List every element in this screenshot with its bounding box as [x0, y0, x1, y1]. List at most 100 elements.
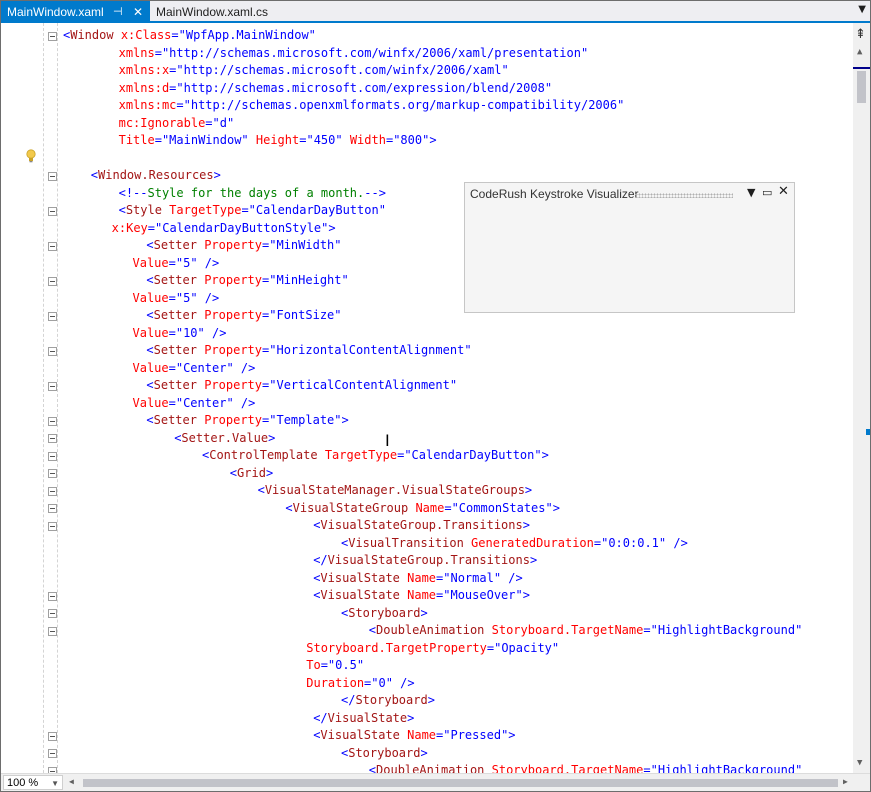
code-token: CommonStates: [458, 500, 546, 515]
code-line: xmlns:mc="http://schemas.openxmlformats.…: [119, 97, 625, 115]
code-token: Storyboard.TargetName: [484, 623, 644, 637]
code-token: ": [356, 658, 365, 672]
code-token: Setter.Value: [181, 430, 269, 445]
code-line: <Setter Property="Template">: [146, 412, 348, 430]
code-token: Setter: [153, 378, 197, 392]
code-line: <ControlTemplate TargetType="CalendarDay…: [202, 447, 549, 465]
keystroke-visualizer-panel[interactable]: CodeRush Keystroke Visualizer ▼ ▭ ✕: [464, 182, 795, 313]
close-icon[interactable]: ✕: [133, 1, 143, 23]
code-line: <VisualState Name="MouseOver">: [313, 587, 530, 605]
code-token: " />: [197, 325, 227, 340]
lightbulb-icon[interactable]: [25, 149, 37, 163]
code-token: xmlns:x: [118, 63, 170, 77]
code-token: =": [486, 640, 502, 655]
collapse-icon[interactable]: [48, 504, 57, 513]
collapse-icon[interactable]: [48, 206, 57, 216]
code-token: xmlns:d: [118, 80, 170, 95]
code-token: xmlns: [118, 45, 155, 60]
code-token: Value: [132, 395, 169, 410]
collapse-icon[interactable]: [48, 241, 57, 251]
collapse-icon[interactable]: [48, 469, 57, 478]
code-token: =": [168, 395, 184, 410]
scroll-thumb[interactable]: [857, 71, 866, 103]
chevron-down-icon[interactable]: ▼: [747, 186, 755, 199]
code-line: <DoubleAnimation Storyboard.TargetName="…: [369, 622, 803, 640]
scroll-left-icon[interactable]: ◀: [69, 777, 74, 786]
code-token: VisualTransition: [348, 535, 464, 550]
code-line: Title="MainWindow" Height="450" Width="8…: [119, 132, 437, 150]
code-token: " />: [226, 395, 256, 410]
code-token: Property: [196, 378, 263, 392]
collapse-icon[interactable]: [48, 626, 57, 636]
code-token: ": [241, 133, 249, 147]
code-token: ": [449, 378, 458, 392]
code-token: ": [795, 623, 803, 637]
code-token: " />: [658, 535, 688, 550]
code-token: >: [420, 605, 428, 620]
tab-label: MainWindow.xaml: [7, 5, 104, 19]
horizontal-scroll-thumb[interactable]: [83, 779, 838, 787]
code-line: <Storyboard>: [341, 605, 428, 623]
scroll-down-icon[interactable]: ▼: [857, 758, 862, 768]
code-editor[interactable]: I <Window x:Class="WpfApp.MainWindow" xml…: [1, 23, 853, 773]
code-token: =": [168, 290, 184, 305]
code-token: =": [385, 133, 401, 147]
code-token: <: [146, 413, 154, 427]
code-token: " />: [385, 675, 415, 690]
maximize-icon[interactable]: ▭: [762, 186, 772, 199]
collapse-icon[interactable]: [48, 434, 57, 443]
code-token: Value: [132, 255, 169, 270]
code-token: Style for the days of a month.: [147, 185, 365, 200]
code-token: Storyboard: [355, 693, 428, 707]
code-token: </: [313, 553, 328, 567]
collapse-icon[interactable]: [48, 171, 57, 181]
collapse-icon[interactable]: [48, 486, 57, 496]
code-token: Name: [408, 500, 445, 515]
editor-status-bar: 100 % ▼ ◀ ▶: [1, 773, 870, 791]
code-line: <Setter Property="FontSize": [146, 307, 341, 325]
zoom-dropdown[interactable]: 100 % ▼: [3, 775, 63, 790]
tab-mainwindow-xaml[interactable]: MainWindow.xaml ⊣ ✕: [1, 1, 150, 23]
code-token: Storyboard: [348, 605, 421, 620]
collapse-icon[interactable]: [48, 276, 57, 286]
pin-icon[interactable]: ⊣: [113, 1, 123, 23]
code-token: http://schemas.microsoft.com/winfx/2006/…: [183, 63, 502, 77]
collapse-icon[interactable]: [48, 381, 57, 391]
collapse-icon[interactable]: [48, 31, 57, 41]
code-token: >: [529, 553, 538, 567]
code-line: <Grid>: [230, 465, 273, 483]
collapse-icon[interactable]: [48, 731, 57, 741]
code-token: Style: [125, 203, 162, 217]
code-token: " />: [226, 360, 256, 375]
code-token: Height: [248, 133, 300, 147]
scroll-right-icon[interactable]: ▶: [843, 777, 848, 786]
collapse-icon[interactable]: [48, 451, 57, 461]
collapse-icon[interactable]: [48, 521, 57, 531]
code-token: ">: [334, 413, 349, 427]
code-token: =": [364, 675, 379, 690]
tab-mainwindow-xaml-cs[interactable]: MainWindow.xaml.cs: [150, 1, 274, 23]
collapse-icon[interactable]: [48, 416, 57, 426]
code-line: <Setter Property="MinHeight": [146, 272, 348, 290]
collapse-icon[interactable]: [48, 311, 57, 321]
code-line: <DoubleAnimation Storyboard.TargetName="…: [369, 762, 803, 773]
vertical-scrollbar[interactable]: ⇞ ▲ ▼: [853, 23, 870, 773]
code-line: x:Key="CalendarDayButtonStyle">: [112, 220, 336, 238]
code-line: <VisualState Name="Pressed">: [313, 727, 515, 745]
close-icon[interactable]: ✕: [778, 184, 789, 199]
code-token: Grid: [237, 465, 266, 480]
panel-drag-grip[interactable]: [635, 193, 733, 198]
collapse-icon[interactable]: [48, 591, 57, 601]
code-token: <: [257, 483, 265, 497]
collapse-icon[interactable]: [48, 346, 57, 356]
code-token: =": [436, 570, 451, 585]
collapse-icon[interactable]: [48, 609, 57, 618]
code-token: =": [262, 343, 277, 357]
split-window-icon[interactable]: ⇞: [855, 27, 866, 42]
code-token: VisualState: [320, 588, 400, 602]
chevron-down-icon[interactable]: ▼: [858, 4, 866, 15]
code-token: Property: [196, 413, 263, 427]
code-token: Setter: [153, 273, 197, 287]
scroll-up-icon[interactable]: ▲: [857, 47, 862, 57]
collapse-icon[interactable]: [48, 749, 57, 758]
